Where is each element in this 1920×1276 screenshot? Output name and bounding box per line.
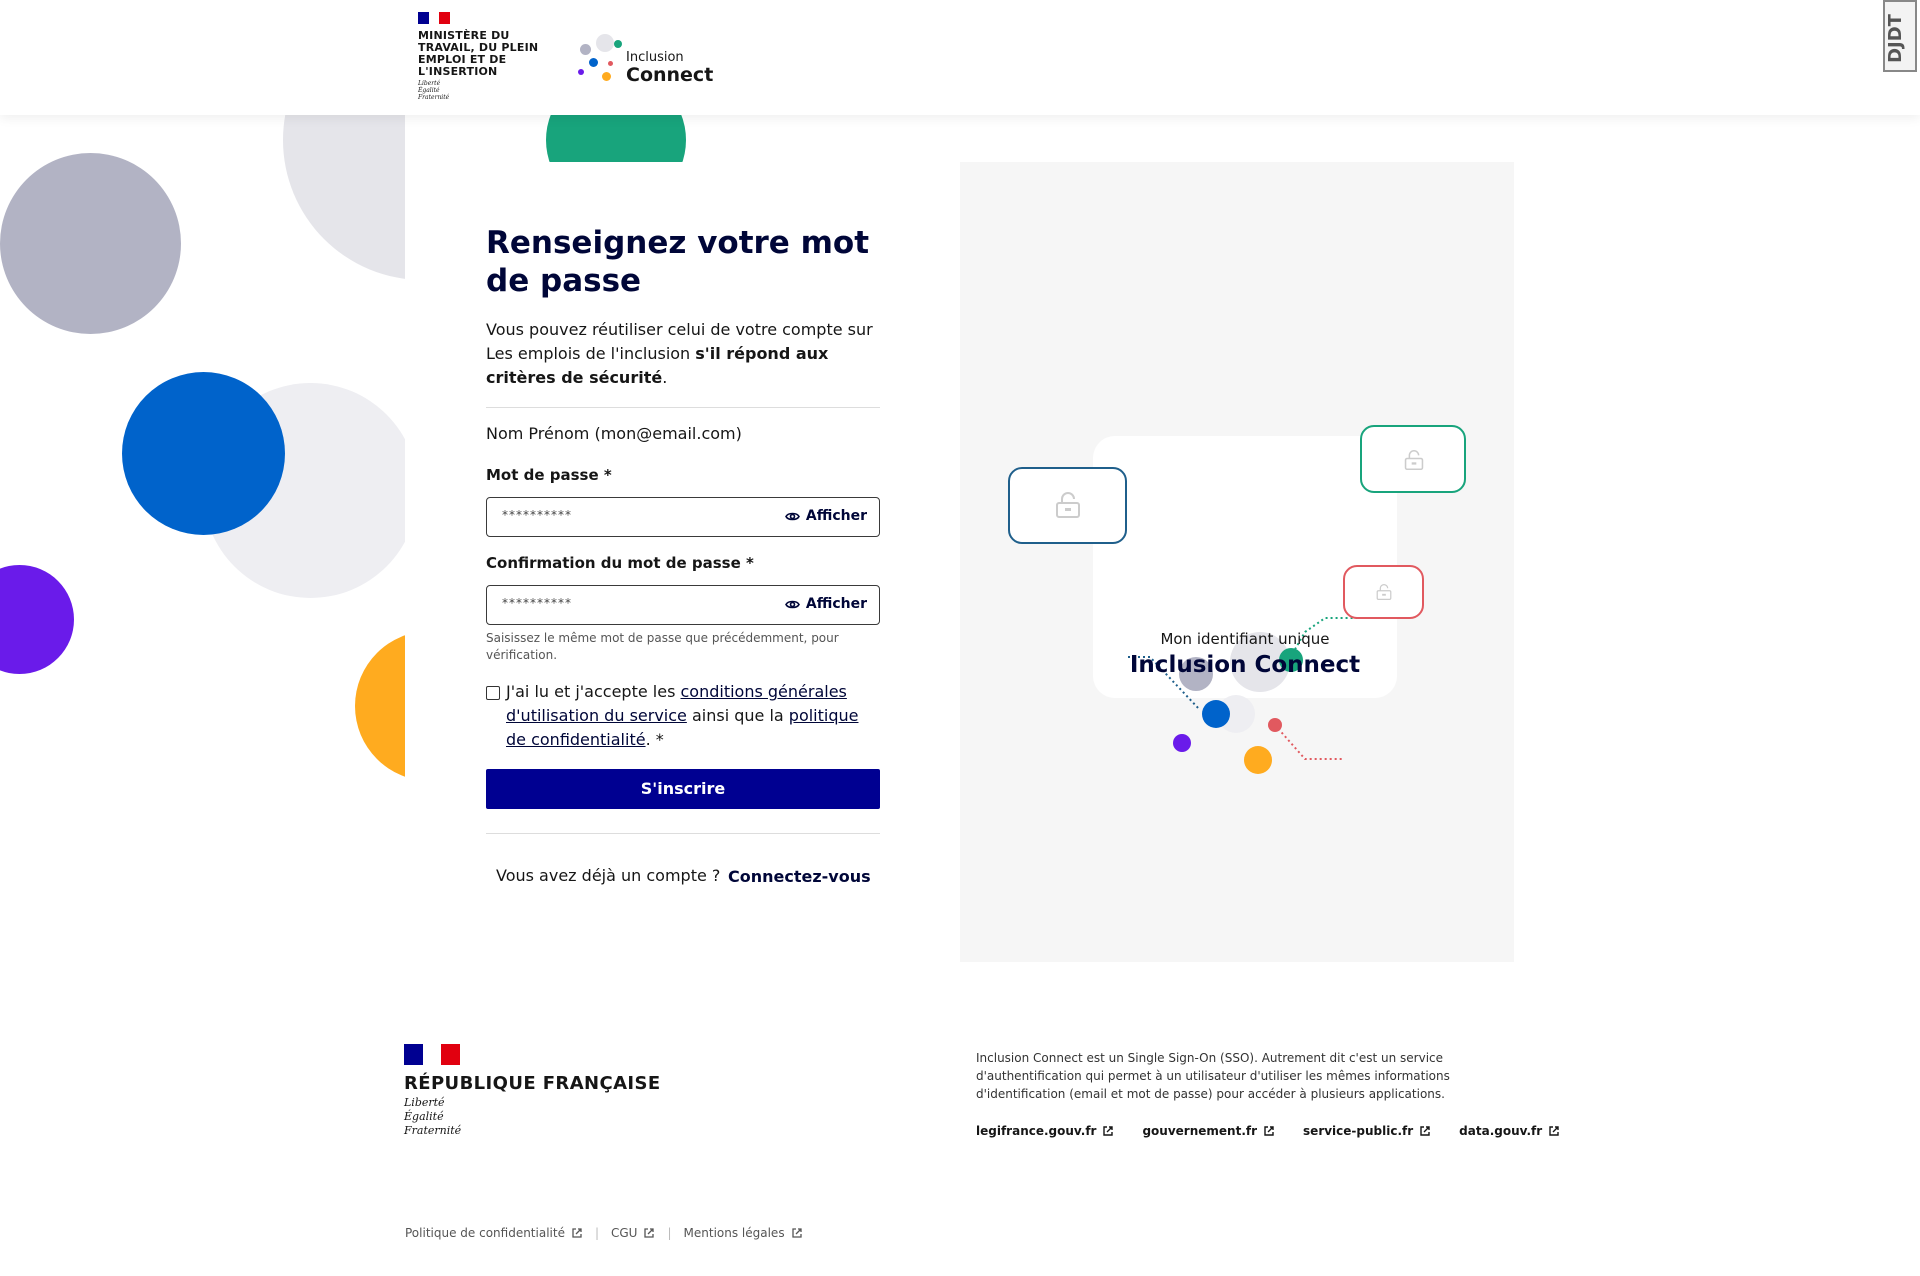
lock-box-blue xyxy=(1008,467,1127,544)
site-header: MINISTÈRE DU TRAVAIL, DU PLEIN EMPLOI ET… xyxy=(0,0,1920,115)
cgu-footer-link[interactable]: CGU xyxy=(611,1226,655,1240)
logo-text-inclusion: Inclusion xyxy=(626,50,684,65)
footer-description: Inclusion Connect est un Single Sign-On … xyxy=(976,1051,1450,1101)
signup-button[interactable]: S'inscrire xyxy=(486,769,880,809)
illustration-caption-big: Inclusion Connect xyxy=(1129,652,1361,678)
rf-motto: Liberté Égalité Fraternité xyxy=(404,1096,462,1137)
confirm-hint: Saisissez le même mot de passe que précé… xyxy=(486,631,839,662)
eye-icon xyxy=(784,512,800,520)
dot-icon xyxy=(1202,700,1230,728)
deco-circle xyxy=(283,115,405,280)
confirm-password-field[interactable]: ********** Afficher xyxy=(486,585,880,625)
dot-icon xyxy=(1244,746,1272,774)
dot-icon xyxy=(1173,734,1191,752)
logo-text-connect: Connect xyxy=(626,64,714,86)
deco-circle xyxy=(122,372,285,535)
external-link-icon xyxy=(1420,1126,1430,1136)
external-link-icon xyxy=(644,1228,655,1238)
divider xyxy=(486,407,880,408)
debug-toolbar-toggle[interactable]: DJDT xyxy=(1883,0,1917,72)
signup-form-card: Renseignez votre mot de passe Vous pouve… xyxy=(405,162,960,962)
page-title: Renseignez votre mot de passe xyxy=(486,225,870,299)
lock-icon xyxy=(1056,492,1080,518)
cgu-checkbox[interactable] xyxy=(486,686,500,700)
show-confirm-password-button[interactable]: Afficher xyxy=(784,596,867,612)
ministry-motto: Liberté Égalité Fraternité xyxy=(418,80,450,101)
already-account-text: Vous avez déjà un compte ? xyxy=(496,866,721,885)
external-link-icon xyxy=(791,1228,802,1238)
intro-text: Vous pouvez réutiliser celui de votre co… xyxy=(486,320,873,387)
lock-icon xyxy=(1376,584,1392,600)
legal-notice-footer-link[interactable]: Mentions légales xyxy=(684,1226,803,1240)
deco-circle xyxy=(355,631,405,781)
lock-box-green xyxy=(1360,425,1466,493)
password-field[interactable]: ********** Afficher xyxy=(486,497,880,537)
logo-dot-icon xyxy=(602,72,611,81)
login-link[interactable]: Connectez-vous xyxy=(728,867,871,886)
cgu-consent: J'ai lu et j'accepte les conditions géné… xyxy=(486,680,880,752)
logo-dot-icon xyxy=(589,58,598,67)
eye-icon xyxy=(784,600,800,608)
privacy-policy-footer-link[interactable]: Politique de confidentialité xyxy=(405,1226,583,1240)
dot-icon xyxy=(1268,718,1282,732)
french-flag-icon xyxy=(404,1044,461,1065)
logo-dot-icon xyxy=(580,44,591,55)
republique-francaise-logo[interactable]: RÉPUBLIQUE FRANÇAISE Liberté Égalité Fra… xyxy=(404,1044,661,1138)
deco-circle xyxy=(0,153,181,334)
separator: | xyxy=(667,1226,672,1240)
external-link-icon xyxy=(1549,1126,1559,1136)
rf-name: RÉPUBLIQUE FRANÇAISE xyxy=(404,1073,661,1094)
lock-icon xyxy=(1404,450,1424,470)
external-link-icon xyxy=(1264,1126,1274,1136)
deco-circle xyxy=(0,565,74,674)
logo-dot-icon xyxy=(608,61,613,66)
footer-link-legifrance[interactable]: legifrance.gouv.fr xyxy=(976,1124,1114,1138)
inclusion-connect-logo[interactable]: Inclusion Connect xyxy=(576,34,736,86)
ministry-logo[interactable]: MINISTÈRE DU TRAVAIL, DU PLEIN EMPLOI ET… xyxy=(418,12,558,101)
logo-dot-icon xyxy=(596,34,614,52)
separator: | xyxy=(594,1226,599,1240)
footer-link-data-gouv[interactable]: data.gouv.fr xyxy=(1459,1124,1560,1138)
show-password-button[interactable]: Afficher xyxy=(784,508,867,524)
footer-link-gouvernement[interactable]: gouvernement.fr xyxy=(1142,1124,1275,1138)
ministry-name: MINISTÈRE DU TRAVAIL, DU PLEIN EMPLOI ET… xyxy=(418,29,539,78)
footer-link-service-public[interactable]: service-public.fr xyxy=(1303,1124,1431,1138)
divider xyxy=(486,833,880,834)
external-link-icon xyxy=(572,1228,582,1238)
footer-bottom-links: Politique de confidentialité | CGU | Men… xyxy=(405,1226,803,1240)
external-link-icon xyxy=(1103,1126,1114,1136)
logo-dot-icon xyxy=(578,69,584,75)
logo-dot-icon xyxy=(614,40,622,48)
french-flag-icon xyxy=(418,12,451,24)
illustration-panel: Mon identifiant unique Inclusion Connect xyxy=(960,162,1514,962)
decorative-background xyxy=(0,115,405,795)
user-identity: Nom Prénom (mon@email.com) xyxy=(486,424,742,443)
lock-box-red xyxy=(1343,565,1424,619)
password-label: Mot de passe * xyxy=(486,466,612,484)
illustration-caption-small: Mon identifiant unique xyxy=(1160,630,1330,648)
confirm-password-label: Confirmation du mot de passe * xyxy=(486,554,754,572)
footer-links: legifrance.gouv.fr gouvernement.fr servi… xyxy=(976,1124,1560,1138)
